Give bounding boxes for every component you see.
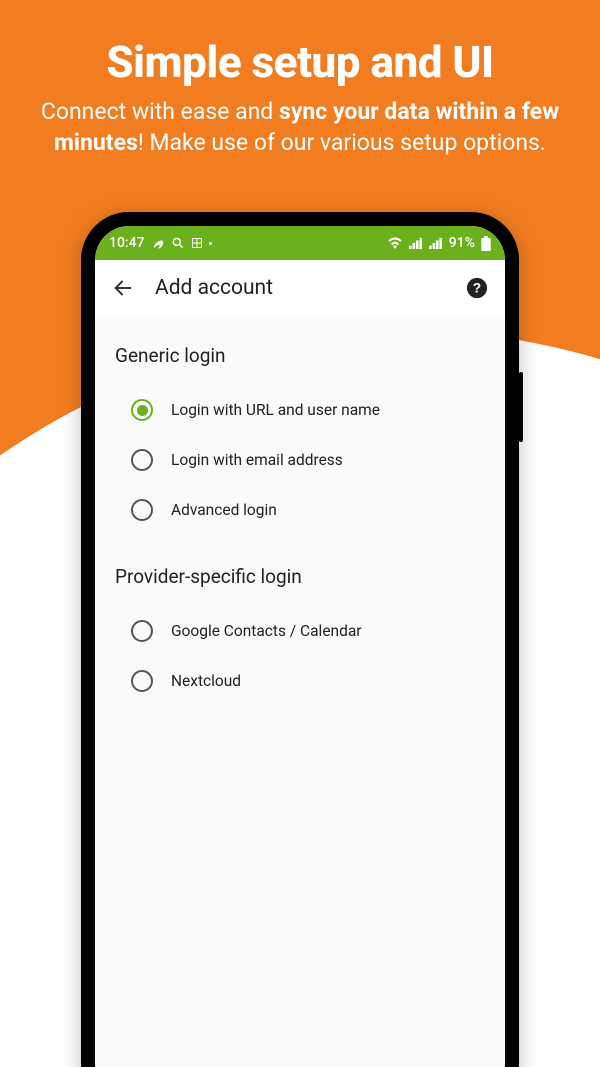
- option-label: Login with email address: [171, 451, 343, 469]
- phone-side-button: [519, 372, 523, 442]
- option-nextcloud[interactable]: Nextcloud: [115, 656, 485, 706]
- promo-title: Simple setup and UI: [28, 36, 572, 88]
- phone-screen: 10:47 91% Add ac: [95, 226, 505, 1067]
- radio-icon: [131, 670, 153, 692]
- radio-icon: [131, 399, 153, 421]
- help-button[interactable]: ?: [463, 274, 491, 302]
- dot-status-icon: [209, 242, 212, 245]
- help-icon: ?: [466, 277, 488, 299]
- radio-icon: [131, 449, 153, 471]
- option-google[interactable]: Google Contacts / Calendar: [115, 606, 485, 656]
- battery-icon: [481, 236, 491, 251]
- promo-subtitle: Connect with ease and sync your data wit…: [28, 96, 572, 158]
- promo-headline: Simple setup and UI Connect with ease an…: [0, 36, 600, 158]
- app-bar-title: Add account: [155, 276, 445, 300]
- option-label: Nextcloud: [171, 672, 241, 690]
- signal-icon-2: [429, 237, 443, 249]
- arrow-left-icon: [112, 277, 134, 299]
- option-login-advanced[interactable]: Advanced login: [115, 485, 485, 535]
- option-label: Advanced login: [171, 501, 277, 519]
- signal-icon-1: [409, 237, 423, 249]
- radio-icon: [131, 499, 153, 521]
- section-generic-login: Generic login: [115, 344, 485, 367]
- option-login-url[interactable]: Login with URL and user name: [115, 385, 485, 435]
- battery-percent: 91%: [449, 235, 475, 251]
- app-bar: Add account ?: [95, 260, 505, 316]
- radio-icon: [131, 620, 153, 642]
- option-label: Google Contacts / Calendar: [171, 622, 362, 640]
- phone-frame: 10:47 91% Add ac: [81, 212, 519, 1067]
- grid-status-icon: [191, 237, 203, 249]
- leaf-icon: [151, 236, 165, 250]
- option-label: Login with URL and user name: [171, 401, 380, 419]
- status-bar: 10:47 91%: [95, 226, 505, 260]
- search-status-icon: [171, 236, 185, 250]
- option-login-email[interactable]: Login with email address: [115, 435, 485, 485]
- content-area: Generic login Login with URL and user na…: [95, 316, 505, 1067]
- section-provider-login: Provider-specific login: [115, 565, 485, 588]
- wifi-icon: [387, 237, 403, 249]
- status-time: 10:47: [109, 235, 145, 251]
- svg-text:?: ?: [473, 280, 481, 295]
- back-button[interactable]: [109, 274, 137, 302]
